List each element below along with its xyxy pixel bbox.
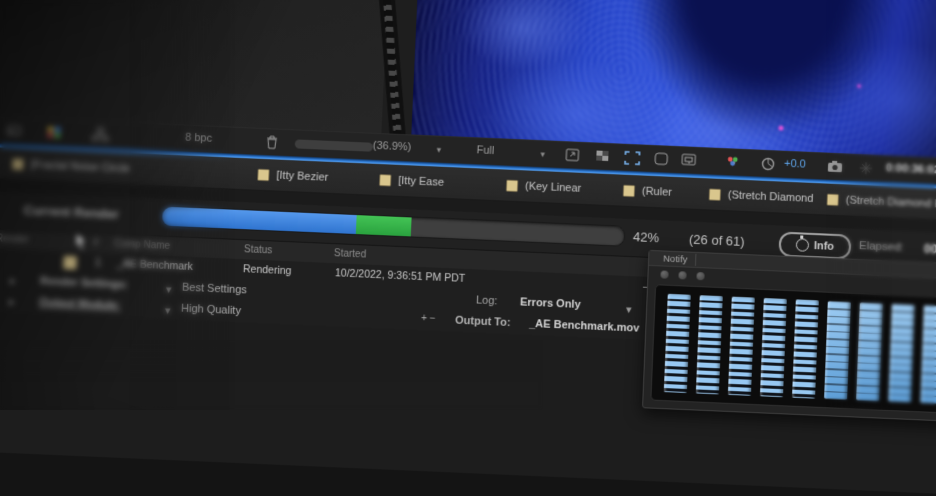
meter-column	[920, 305, 936, 404]
tab-itty-bezier[interactable]: [Itty Bezier	[257, 159, 329, 193]
label-swatch	[379, 174, 392, 186]
channel-rgb-icon[interactable]	[724, 154, 743, 171]
render-settings-value[interactable]: Best Settings	[182, 282, 247, 297]
magenta-dot	[857, 84, 861, 88]
tab-label: [Itty Bezier	[276, 169, 328, 183]
project-panel	[0, 0, 390, 133]
exposure-shutter-icon[interactable]	[760, 156, 779, 173]
tab-stretch-diamond[interactable]: (Stretch Diamond	[708, 178, 814, 214]
render-checkbox[interactable]	[63, 255, 78, 270]
after-effects-window: 8 bpc (36.9%) ▾ Full ▾ +0.0 0:00:36:02	[0, 0, 936, 494]
flowchart-icon[interactable]	[91, 127, 110, 144]
meter-column	[888, 304, 915, 403]
label-swatch	[709, 188, 721, 201]
current-render-label: Current Render	[23, 203, 119, 222]
progress-fill	[162, 207, 357, 234]
tab-fractal-noise-circle[interactable]: [Fractal Noise Circle	[11, 148, 130, 184]
header-status[interactable]: Status	[244, 244, 273, 256]
chevron-down-icon[interactable]: ▾	[165, 304, 171, 317]
tab-label: (Stretch Diamond	[728, 189, 814, 205]
audio-meter-box	[650, 284, 936, 415]
color-swatches-icon[interactable]	[45, 125, 64, 142]
header-started[interactable]: Started	[334, 248, 367, 260]
elapsed-label: Elapsed:	[859, 240, 904, 254]
tab-key-linear[interactable]: (Key Linear	[505, 170, 581, 204]
log-label: Log:	[476, 294, 498, 307]
tab-itty-ease[interactable]: [Itty Ease	[379, 164, 445, 198]
item-started: 10/2/2022, 9:36:51 PM PDT	[335, 267, 466, 285]
output-module-label[interactable]: Output Module:	[39, 296, 121, 312]
interpret-footage-icon[interactable]	[5, 123, 24, 140]
resolution-dropdown[interactable]: Full	[476, 144, 494, 157]
tab-ruler[interactable]: (Ruler	[622, 175, 672, 208]
exposure-value[interactable]: +0.0	[784, 158, 806, 171]
trash-icon[interactable]	[263, 134, 282, 151]
project-panel-scrollbar[interactable]	[295, 139, 373, 151]
progress-green	[356, 215, 412, 236]
tab-label: (Stretch Diamond Hex	[846, 194, 936, 211]
window-dot-icon[interactable]	[696, 272, 704, 280]
tab-label: (Key Linear	[525, 180, 582, 194]
meter-column	[728, 297, 755, 396]
tab-label: [Fractal Noise Circle	[31, 158, 130, 174]
label-swatch	[257, 168, 270, 180]
info-button-label: Info	[814, 240, 835, 253]
notify-panel: Notify	[642, 250, 936, 424]
header-number[interactable]: #	[93, 238, 99, 249]
label-swatch	[623, 184, 635, 197]
notify-tab[interactable]: Notify	[655, 252, 697, 266]
bit-depth-label[interactable]: 8 bpc	[185, 132, 212, 145]
meter-column	[696, 295, 723, 394]
timecode-display[interactable]: 0:00:36:02	[886, 162, 936, 176]
meter-column	[760, 298, 787, 397]
header-render[interactable]: Render	[0, 233, 29, 245]
frame-count: (26 of 61)	[689, 232, 745, 249]
roi-icon[interactable]	[623, 150, 642, 167]
label-swatch	[827, 193, 839, 206]
magenta-dot	[778, 125, 783, 130]
tab-label: [Itty Ease	[398, 174, 444, 188]
twirl-icon[interactable]: ▸	[10, 274, 16, 287]
tab-label: (Ruler	[642, 185, 672, 198]
twirl-icon[interactable]: ▸	[9, 295, 15, 308]
elapsed-value: 00:00:38	[924, 242, 936, 258]
meter-column	[792, 299, 819, 398]
show-snapshot-icon[interactable]	[858, 160, 877, 177]
item-number: 1	[95, 257, 101, 269]
mouse-cursor	[74, 232, 91, 253]
chevron-down-icon[interactable]: ▾	[166, 283, 172, 296]
transparency-grid-icon[interactable]	[594, 148, 613, 165]
window-dot-icon[interactable]	[678, 271, 686, 279]
output-to-value[interactable]: _AE Benchmark.mov	[529, 318, 640, 335]
mask-toggle-icon[interactable]	[652, 151, 671, 168]
output-to-label[interactable]: Output To:	[455, 315, 511, 329]
stopwatch-icon	[796, 238, 810, 252]
meter-column	[824, 301, 851, 400]
tab-stretch-diamond-hex[interactable]: (Stretch Diamond Hex	[826, 184, 936, 221]
log-dropdown[interactable]: Errors Only	[520, 296, 581, 311]
progress-percent: 42%	[633, 229, 660, 245]
header-comp-name[interactable]: Comp Name	[114, 239, 171, 252]
output-plus-minus[interactable]: + −	[421, 313, 436, 325]
chevron-down-icon[interactable]: ▾	[540, 149, 545, 160]
snapshot-camera-icon[interactable]	[826, 159, 845, 176]
region-of-interest-icon[interactable]	[680, 152, 699, 169]
zoom-region-icon[interactable]	[564, 147, 583, 164]
magnification-dropdown[interactable]: (36.9%)	[373, 140, 412, 154]
render-settings-label[interactable]: Render Settings:	[40, 275, 129, 291]
chevron-down-icon[interactable]: ▾	[626, 303, 632, 316]
meter-column	[664, 294, 691, 393]
label-swatch	[506, 179, 519, 192]
chevron-down-icon[interactable]: ▾	[436, 145, 441, 156]
window-dot-icon[interactable]	[660, 270, 668, 278]
output-module-value[interactable]: High Quality	[181, 303, 242, 318]
item-status: Rendering	[243, 263, 292, 277]
item-comp-name[interactable]: _AE Benchmark	[117, 258, 193, 273]
meter-column	[856, 302, 883, 401]
label-swatch	[12, 158, 25, 170]
